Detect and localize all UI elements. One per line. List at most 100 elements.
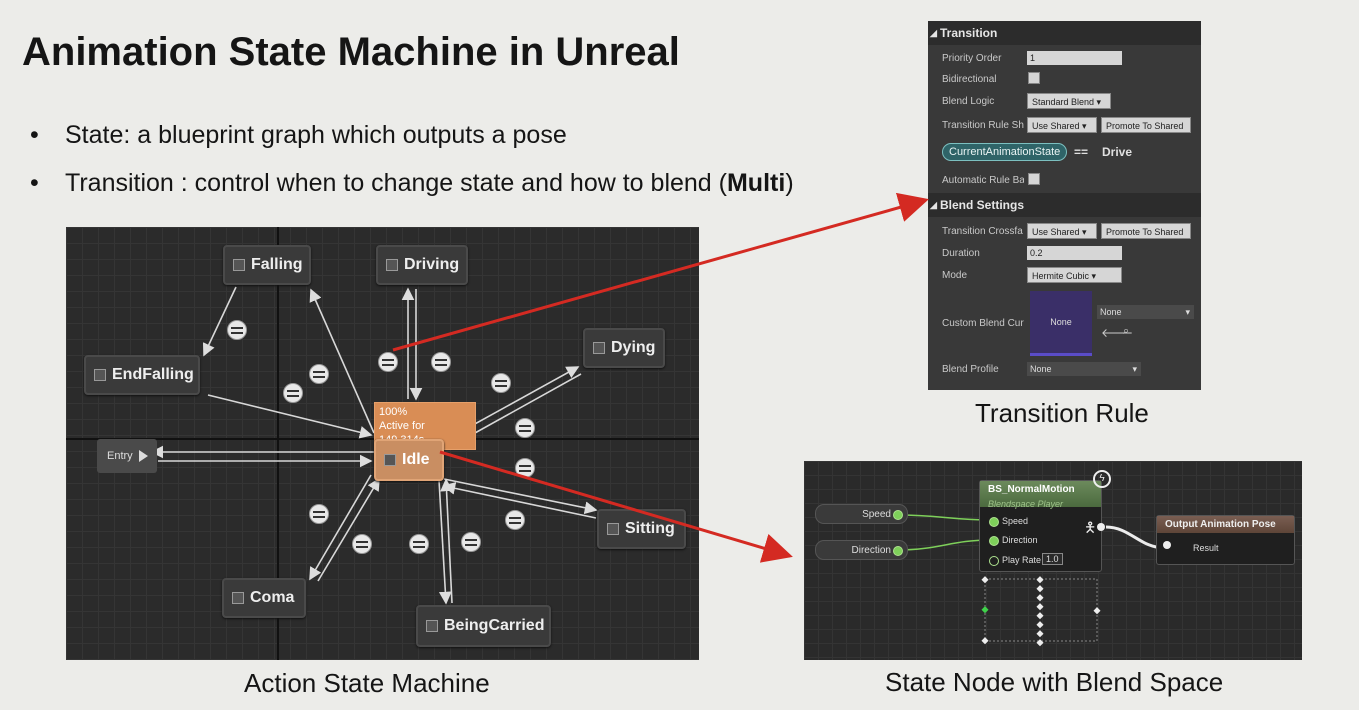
output-node-header: Output Animation Pose — [1157, 516, 1294, 533]
output-animation-pose-node[interactable]: Output Animation Pose Result — [1156, 515, 1295, 565]
state-icon — [426, 620, 438, 632]
caption-action-state-machine: Action State Machine — [244, 668, 490, 698]
speed-variable-node[interactable]: Speed — [815, 504, 908, 524]
custom-blend-curve-label: Custom Blend Curv — [942, 318, 1024, 329]
mode-label: Mode — [942, 270, 968, 281]
play-rate-label: Play Rate — [1002, 555, 1042, 565]
transition-rule-icon[interactable] — [491, 373, 511, 393]
arrow-beingcarried-idle — [440, 478, 453, 604]
current-animation-state-variable[interactable]: CurrentAnimationState — [942, 143, 1068, 161]
play-rate-input[interactable]: 1.0 — [1042, 553, 1063, 565]
collapse-arrow-icon: ◢ — [930, 28, 937, 38]
chevron-down-icon: ▾ — [1132, 364, 1137, 374]
state-icon — [233, 259, 245, 271]
result-pin-label: Result — [1193, 543, 1219, 553]
state-icon — [386, 259, 398, 271]
arrow-idle-falling — [309, 288, 375, 434]
chevron-down-icon: ▾ — [1185, 307, 1190, 317]
state-node-endfalling[interactable]: EndFalling — [84, 355, 200, 395]
speed-pin-label: Speed — [1002, 516, 1029, 526]
pose-person-icon: 🯅 — [1084, 519, 1097, 535]
transition-rule-icon[interactable] — [409, 534, 429, 554]
crossfade-promote-button[interactable]: Promote To Shared — [1101, 223, 1191, 239]
blend-profile-select[interactable]: None ▾ — [1027, 362, 1141, 376]
direction-input-pin[interactable] — [989, 536, 999, 546]
direction-pin-label: Direction — [1002, 535, 1038, 545]
bullet-list: • State: a blueprint graph which outputs … — [30, 118, 794, 214]
state-node-falling[interactable]: Falling — [223, 245, 311, 285]
arrow-coma-idle — [317, 477, 380, 582]
transition-rule-icon[interactable] — [515, 458, 535, 478]
transition-rule-icon[interactable] — [461, 532, 481, 552]
state-icon — [384, 454, 396, 466]
rule-value-drive: Drive — [1102, 145, 1133, 159]
state-icon — [232, 592, 244, 604]
transition-rule-icon[interactable] — [431, 352, 451, 372]
state-icon — [607, 523, 619, 535]
state-icon — [593, 342, 605, 354]
collapse-arrow-icon: ◢ — [930, 200, 937, 210]
direction-variable-node[interactable]: Direction — [815, 540, 908, 560]
crossfade-use-shared-dropdown[interactable]: Use Shared ▾ — [1027, 223, 1097, 239]
arrow-idle-coma — [309, 474, 372, 581]
priority-order-label: Priority Order — [942, 53, 1002, 64]
browse-search-icon[interactable]: ⌕ — [1123, 325, 1129, 338]
entry-arrow-icon — [138, 450, 148, 462]
duration-label: Duration — [942, 248, 980, 259]
transition-rule-icon[interactable] — [515, 418, 535, 438]
state-node-sitting[interactable]: Sitting — [597, 509, 686, 549]
state-node-idle[interactable]: Idle — [374, 439, 444, 481]
transition-rule-icon[interactable] — [309, 504, 329, 524]
caption-state-node: State Node with Blend Space — [885, 667, 1224, 697]
automatic-rule-label: Automatic Rule Bas — [942, 175, 1024, 186]
bullet-transition: • Transition : control when to change sta… — [30, 166, 794, 214]
play-rate-input-pin[interactable] — [989, 556, 999, 566]
state-node-dying[interactable]: Dying — [583, 328, 665, 368]
state-node-beingcarried[interactable]: BeingCarried — [416, 605, 551, 647]
transition-crossfade-label: Transition Crossfa — [942, 226, 1023, 237]
transition-section-header[interactable]: ◢ Transition — [928, 21, 1201, 45]
blend-profile-label: Blend Profile — [942, 364, 999, 375]
priority-order-input[interactable]: 1 — [1027, 51, 1122, 65]
blend-logic-dropdown[interactable]: Standard Blend ▾ — [1027, 93, 1111, 109]
slide-title: Animation State Machine in Unreal — [22, 30, 680, 74]
curve-asset-select[interactable]: None ▾ — [1097, 305, 1194, 319]
entry-node[interactable]: Entry — [97, 439, 157, 473]
transition-rule-icon[interactable] — [227, 320, 247, 340]
blendspace-player-node[interactable]: BS_NormalMotion Blendspace Player Speed D… — [979, 480, 1105, 572]
transition-rule-icon[interactable] — [352, 534, 372, 554]
state-machine-graph[interactable]: Falling Driving EndFalling Dying Entry 1… — [66, 227, 699, 660]
blendspace-node-header: BS_NormalMotion Blendspace Player — [980, 481, 1101, 509]
curve-thumbnail[interactable]: None — [1030, 291, 1092, 356]
duration-input[interactable]: 0.2 — [1027, 246, 1122, 260]
state-icon — [94, 369, 106, 381]
transition-rule-sharing-label: Transition Rule Sha — [942, 120, 1024, 131]
speed-output-pin[interactable] — [893, 510, 903, 520]
arrow-idle-beingcarried — [438, 479, 452, 605]
state-node-driving[interactable]: Driving — [376, 245, 468, 285]
state-node-coma[interactable]: Coma — [222, 578, 306, 618]
automatic-rule-checkbox[interactable] — [1028, 173, 1040, 185]
speed-input-pin[interactable] — [989, 517, 999, 527]
transition-rule-promote-button[interactable]: Promote To Shared — [1101, 117, 1191, 133]
transition-rule-icon[interactable] — [283, 383, 303, 403]
transition-rule-icon[interactable] — [505, 510, 525, 530]
blend-settings-section-header[interactable]: ◢ Blend Settings — [928, 193, 1201, 217]
bullet-state: • State: a blueprint graph which outputs … — [30, 118, 794, 166]
transition-rule-icon[interactable] — [378, 352, 398, 372]
rule-operator: == — [1074, 145, 1089, 159]
transition-rule-use-shared-dropdown[interactable]: Use Shared ▾ — [1027, 117, 1097, 133]
result-input-pin[interactable] — [1163, 541, 1171, 549]
bidirectional-label: Bidirectional — [942, 74, 997, 85]
bullet-dot: • — [30, 169, 39, 197]
pose-output-pin[interactable] — [1097, 523, 1105, 531]
bullet-dot: • — [30, 121, 39, 149]
direction-output-pin[interactable] — [893, 546, 903, 556]
bidirectional-checkbox[interactable] — [1028, 72, 1040, 84]
caption-transition-rule: Transition Rule — [975, 398, 1149, 428]
blend-logic-label: Blend Logic — [942, 96, 995, 107]
arrow-idle-sitting — [443, 478, 598, 515]
transition-details-panel: ◢ Transition Priority Order 1 Bidirection… — [928, 21, 1201, 390]
mode-dropdown[interactable]: Hermite Cubic ▾ — [1027, 267, 1122, 283]
transition-rule-icon[interactable] — [309, 364, 329, 384]
